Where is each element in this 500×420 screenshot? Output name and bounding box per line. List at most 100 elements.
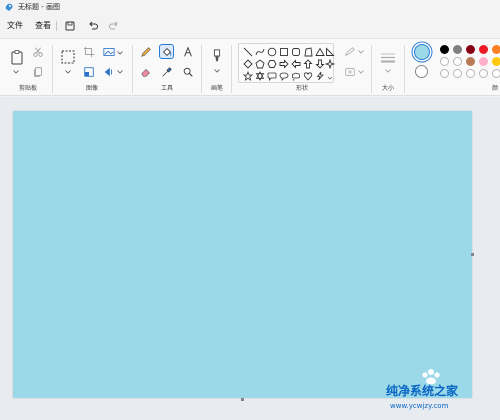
oval-shape-icon[interactable]	[267, 47, 277, 57]
right-arrow-shape-icon[interactable]	[279, 59, 289, 69]
resize-handle-bottom[interactable]	[241, 398, 244, 401]
group-divider	[231, 45, 232, 93]
resize-handle-right[interactable]	[471, 253, 474, 256]
crop-button[interactable]	[82, 45, 96, 59]
palette-swatch-red[interactable]	[479, 45, 488, 54]
down-arrow-shape-icon[interactable]	[315, 59, 325, 69]
rotate-chevron-down-icon[interactable]	[117, 70, 123, 74]
brushes-button[interactable]	[209, 47, 225, 65]
palette-swatch-custom[interactable]	[492, 69, 500, 78]
menu-bar: 文件 查看	[0, 14, 500, 38]
secondary-color-swatch[interactable]	[415, 65, 428, 78]
pencil-button[interactable]	[139, 45, 153, 59]
shapes-scroll-icon[interactable]	[325, 71, 335, 81]
menu-file[interactable]: 文件	[7, 20, 23, 32]
palette-swatch-custom[interactable]	[479, 69, 488, 78]
fill-button[interactable]	[159, 44, 174, 59]
text-button[interactable]	[181, 45, 195, 59]
copy-icon	[34, 67, 42, 77]
triangle-shape-icon[interactable]	[315, 47, 325, 57]
paste-button[interactable]	[9, 49, 25, 65]
rounded-callout-shape-icon[interactable]	[267, 71, 277, 81]
rotate-button[interactable]	[102, 65, 116, 79]
line-shape-icon[interactable]	[243, 47, 253, 57]
eraser-icon	[141, 69, 150, 77]
up-arrow-shape-icon[interactable]	[303, 59, 313, 69]
fill-style-button[interactable]	[343, 65, 357, 79]
polygon-shape-icon[interactable]	[303, 47, 313, 57]
paste-chevron-down-icon[interactable]	[13, 70, 19, 74]
rounded-rectangle-shape-icon[interactable]	[291, 47, 301, 57]
rectangle-shape-icon[interactable]	[279, 47, 289, 57]
redo-icon[interactable]	[107, 19, 121, 33]
palette-swatch-orange[interactable]	[492, 45, 500, 54]
watermark-url: www.ycwjzy.com	[390, 402, 449, 410]
six-point-star-shape-icon[interactable]	[255, 71, 265, 81]
group-divider	[132, 45, 133, 93]
shapes-gallery	[238, 43, 335, 83]
palette-swatch-black[interactable]	[440, 45, 449, 54]
outline-brush-icon	[344, 47, 355, 57]
text-a-icon	[184, 46, 192, 57]
select-button[interactable]	[60, 49, 76, 65]
oval-callout-shape-icon[interactable]	[279, 71, 289, 81]
eraser-button[interactable]	[139, 65, 153, 79]
paint-bucket-icon	[162, 47, 171, 56]
group-divider	[201, 45, 202, 93]
brushes-chevron-down-icon[interactable]	[214, 69, 220, 73]
outline-button[interactable]	[343, 45, 357, 59]
heart-shape-icon[interactable]	[303, 71, 313, 81]
left-arrow-shape-icon[interactable]	[291, 59, 301, 69]
select-chevron-down-icon[interactable]	[65, 70, 71, 74]
pencil-icon	[141, 47, 151, 57]
palette-swatch-gray[interactable]	[453, 45, 462, 54]
crop-icon	[83, 46, 95, 58]
curve-shape-icon[interactable]	[255, 47, 265, 57]
group-label-colors: 颜	[492, 85, 499, 92]
palette-swatch-custom[interactable]	[440, 69, 449, 78]
palette-swatch-white[interactable]	[440, 57, 449, 66]
group-label-image: 图像	[86, 85, 99, 92]
group-divider	[404, 45, 405, 93]
outline-chevron-down-icon[interactable]	[358, 50, 364, 54]
magnifier-icon	[183, 67, 193, 77]
diamond-shape-icon[interactable]	[243, 59, 253, 69]
primary-color-swatch[interactable]	[414, 44, 430, 60]
palette-swatch-brown[interactable]	[466, 57, 475, 66]
palette-swatch-custom[interactable]	[453, 69, 462, 78]
copy-button[interactable]	[31, 65, 45, 79]
size-button[interactable]	[379, 51, 397, 65]
group-divider	[52, 45, 53, 93]
resize-icon	[84, 67, 94, 77]
cut-button[interactable]	[31, 45, 45, 59]
right-triangle-shape-icon[interactable]	[325, 47, 335, 57]
flip-icon	[104, 67, 112, 77]
lightning-shape-icon[interactable]	[315, 71, 325, 81]
palette-swatch-light-gray[interactable]	[453, 57, 462, 66]
pentagon-shape-icon[interactable]	[255, 59, 265, 69]
paint-app-icon	[5, 3, 13, 11]
group-label-size: 大小	[382, 85, 395, 92]
four-point-star-shape-icon[interactable]	[325, 59, 335, 69]
brush-icon	[213, 49, 221, 62]
image-tool-button[interactable]	[102, 45, 116, 59]
image-chevron-down-icon[interactable]	[117, 51, 123, 55]
save-icon[interactable]	[63, 19, 77, 33]
scissors-icon	[33, 47, 43, 57]
hexagon-shape-icon[interactable]	[267, 59, 277, 69]
magnifier-button[interactable]	[181, 65, 195, 79]
palette-swatch-dark-red[interactable]	[466, 45, 475, 54]
five-point-star-shape-icon[interactable]	[243, 71, 253, 81]
resize-button[interactable]	[82, 65, 96, 79]
menu-view[interactable]: 查看	[35, 20, 51, 32]
color-picker-button[interactable]	[160, 65, 174, 79]
undo-icon[interactable]	[86, 19, 100, 33]
group-label-tools: 工具	[161, 85, 174, 92]
drawing-canvas[interactable]	[13, 111, 472, 398]
palette-swatch-pink[interactable]	[479, 57, 488, 66]
size-chevron-down-icon[interactable]	[385, 69, 391, 73]
fill-style-chevron-down-icon[interactable]	[358, 70, 364, 74]
cloud-callout-shape-icon[interactable]	[291, 71, 301, 81]
palette-swatch-gold[interactable]	[492, 57, 500, 66]
palette-swatch-custom[interactable]	[466, 69, 475, 78]
